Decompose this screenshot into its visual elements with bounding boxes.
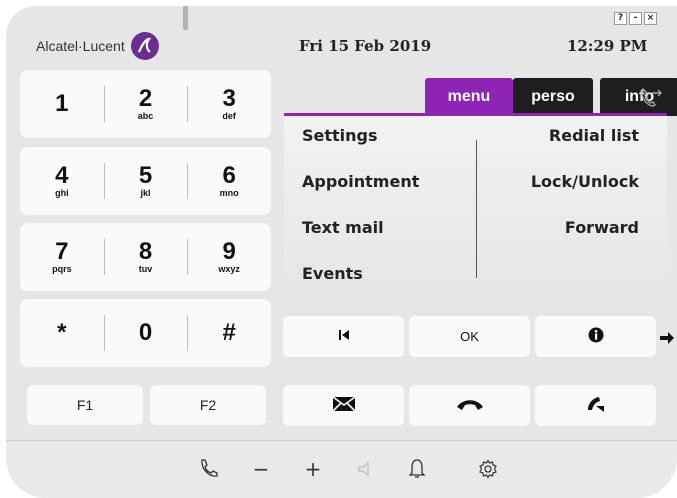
key-number: 5	[138, 162, 153, 189]
key-number: #	[222, 319, 236, 346]
handsfree-icon[interactable]	[195, 456, 221, 482]
key-number: 3	[222, 85, 236, 112]
info-icon	[588, 327, 604, 346]
mail-icon	[331, 396, 356, 415]
key-5[interactable]: 5 jkl	[103, 147, 188, 215]
f1-button[interactable]: F1	[27, 385, 143, 425]
bottom-bar	[6, 440, 677, 498]
key-number: 8	[138, 238, 153, 265]
info-button[interactable]	[535, 316, 656, 357]
key-star[interactable]: *	[20, 299, 104, 367]
minimize-button[interactable]: -	[629, 12, 642, 25]
keypad-row: 4 ghi 5 jkl 6 mno	[20, 147, 271, 215]
key-9[interactable]: 9 wxyz	[187, 223, 271, 291]
tab-perso[interactable]: perso	[513, 78, 593, 116]
transfer-icon	[585, 393, 607, 418]
key-0[interactable]: 0	[103, 299, 188, 367]
key-letters: tuv	[138, 264, 153, 274]
key-4[interactable]: 4 ghi	[20, 147, 104, 215]
phone-device: Alcatel·Lucent Fri 15 Feb 2019 12:29 PM …	[0, 0, 677, 498]
mute-icon[interactable]	[353, 456, 379, 482]
brand-logo-icon	[130, 32, 159, 60]
help-button[interactable]: ?	[614, 12, 627, 25]
key-number: 0	[138, 319, 153, 346]
key-letters: def	[222, 111, 236, 121]
key-letters: wxyz	[218, 264, 240, 274]
key-7[interactable]: 7 pqrs	[20, 223, 104, 291]
key-letters: abc	[137, 111, 154, 121]
handset-transfer-icon[interactable]	[637, 83, 665, 111]
key-number: 7	[55, 238, 69, 265]
key-number: 6	[222, 162, 236, 189]
f2-button[interactable]: F2	[150, 385, 266, 425]
menu-item-lock-unlock[interactable]: Lock/Unlock	[531, 172, 639, 191]
tab-bar: menu perso info	[284, 78, 677, 116]
skip-back-icon	[338, 329, 350, 344]
gear-icon[interactable]	[475, 456, 501, 482]
key-number: 1	[55, 90, 69, 117]
tab-menu[interactable]: menu	[425, 78, 513, 116]
menu-item-redial-list[interactable]: Redial list	[549, 126, 639, 145]
brand-name: Alcatel·Lucent	[36, 38, 125, 54]
key-number: 2	[138, 85, 153, 112]
menu-divider	[476, 140, 477, 278]
menu-item-events[interactable]: Events	[302, 264, 363, 283]
key-1[interactable]: 1	[20, 70, 104, 138]
key-hash[interactable]: #	[187, 299, 271, 367]
ok-button[interactable]: OK	[409, 316, 530, 357]
previous-button[interactable]	[283, 316, 404, 357]
minus-icon[interactable]: −	[248, 456, 274, 482]
window-controls: ? - ×	[614, 12, 657, 25]
menu-item-settings[interactable]: Settings	[302, 126, 378, 145]
keypad-row: 7 pqrs 8 tuv 9 wxyz	[20, 223, 271, 291]
key-letters: ghi	[55, 188, 69, 198]
key-number: 4	[55, 162, 69, 189]
menu-item-forward[interactable]: Forward	[565, 218, 639, 237]
hangup-icon	[455, 396, 485, 415]
menu-item-appointment[interactable]: Appointment	[302, 172, 419, 191]
menu-item-text-mail[interactable]: Text mail	[302, 218, 384, 237]
keypad-row: 1 2 abc 3 def	[20, 70, 271, 138]
key-2[interactable]: 2 abc	[103, 70, 188, 138]
key-6[interactable]: 6 mno	[187, 147, 271, 215]
transfer-button[interactable]	[535, 385, 656, 426]
handle-mark	[183, 6, 188, 30]
key-8[interactable]: 8 tuv	[103, 223, 188, 291]
plus-icon[interactable]: +	[300, 456, 326, 482]
keypad-row: * 0 #	[20, 299, 271, 367]
time-display: 12:29 PM	[567, 37, 648, 55]
key-3[interactable]: 3 def	[187, 70, 271, 138]
hangup-button[interactable]	[409, 385, 530, 426]
bell-icon[interactable]	[404, 456, 430, 482]
key-letters: pqrs	[52, 264, 72, 274]
close-button[interactable]: ×	[644, 12, 657, 25]
brand: Alcatel·Lucent	[36, 32, 159, 60]
arrow-right-icon[interactable]	[659, 330, 675, 346]
key-number: 9	[222, 238, 236, 265]
key-letters: jkl	[140, 188, 151, 198]
key-letters: mno	[219, 188, 239, 198]
key-number: *	[57, 319, 67, 346]
messages-button[interactable]	[283, 385, 404, 426]
date-display: Fri 15 Feb 2019	[299, 37, 432, 55]
